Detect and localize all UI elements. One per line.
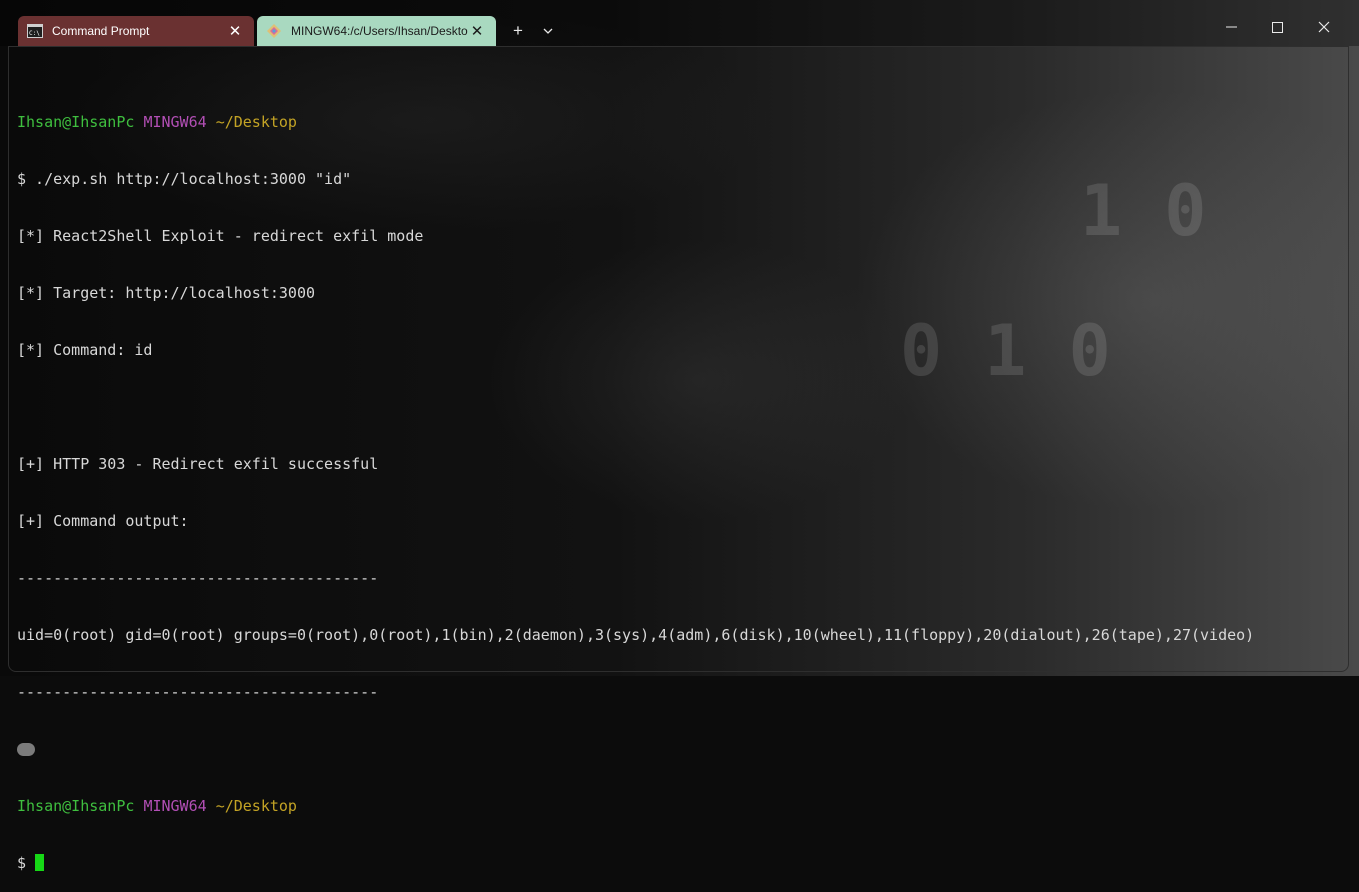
minimize-icon	[1225, 26, 1237, 28]
maximize-button[interactable]	[1255, 10, 1299, 44]
input-line[interactable]: $	[17, 854, 1254, 873]
text-cursor	[35, 854, 45, 871]
prompt-user: Ihsan@IhsanPc	[17, 797, 135, 815]
tab-mingw64[interactable]: MINGW64:/c/Users/Ihsan/Desktop ✕	[257, 16, 496, 46]
title-bar: C:\ Command Prompt ✕ MINGW64:/c/Users/Ih…	[0, 0, 1359, 46]
prompt-path: ~/Desktop	[215, 113, 297, 131]
prompt-symbol: $	[17, 854, 27, 872]
command-result-line: uid=0(root) gid=0(root) groups=0(root),0…	[17, 626, 1255, 644]
new-tab-button[interactable]: +	[505, 18, 531, 44]
close-icon	[1318, 21, 1330, 33]
git-bash-icon	[265, 22, 283, 40]
prompt-path: ~/Desktop	[215, 797, 297, 815]
close-window-button[interactable]	[1302, 10, 1346, 44]
info-line: [*] Command: id	[17, 341, 153, 359]
maximize-icon	[1271, 21, 1283, 33]
tab-label: Command Prompt	[52, 24, 150, 38]
status-blob-icon	[17, 743, 35, 756]
minimize-button[interactable]	[1209, 10, 1253, 44]
prompt-env: MINGW64	[143, 113, 207, 131]
prompt-env: MINGW64	[143, 797, 207, 815]
cmd-icon: C:\	[26, 22, 44, 40]
close-tab-icon[interactable]: ✕	[468, 22, 486, 40]
tab-label: MINGW64:/c/Users/Ihsan/Desktop	[291, 24, 468, 38]
command-line: $ ./exp.sh http://localhost:3000 "id"	[17, 170, 352, 188]
success-line: [+] HTTP 303 - Redirect exfil successful	[17, 455, 379, 473]
prompt-line: Ihsan@IhsanPc MINGW64 ~/Desktop	[17, 797, 1254, 816]
success-line: [+] Command output:	[17, 512, 189, 530]
info-line: [*] Target: http://localhost:3000	[17, 284, 316, 302]
close-tab-icon[interactable]: ✕	[226, 22, 244, 40]
tab-command-prompt[interactable]: C:\ Command Prompt ✕	[18, 16, 254, 46]
tab-dropdown-button[interactable]	[535, 18, 561, 44]
info-line: [*] React2Shell Exploit - redirect exfil…	[17, 227, 424, 245]
terminal-output[interactable]: Ihsan@IhsanPc MINGW64 ~/Desktop $ ./exp.…	[17, 75, 1254, 892]
separator-line: ----------------------------------------	[17, 569, 379, 587]
status-line	[17, 740, 1254, 759]
svg-text:C:\: C:\	[29, 30, 40, 37]
separator-line: ----------------------------------------	[17, 683, 379, 701]
prompt-user: Ihsan@IhsanPc	[17, 113, 135, 131]
prompt-line: Ihsan@IhsanPc MINGW64 ~/Desktop	[17, 113, 1254, 132]
